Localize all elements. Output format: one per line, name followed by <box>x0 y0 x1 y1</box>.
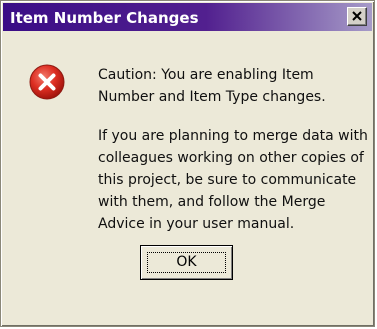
caution-message: Caution: You are enabling Item Number an… <box>98 67 326 105</box>
ok-button-label: OK <box>176 254 197 270</box>
dialog-window: Item Number Changes Caution: You are ena… <box>0 0 375 327</box>
error-icon <box>29 64 65 100</box>
merge-advice-message: If you are planning to merge data with c… <box>98 128 368 232</box>
window-title: Item Number Changes <box>10 9 199 27</box>
close-button[interactable] <box>347 7 367 26</box>
message-text: Caution: You are enabling Item Number an… <box>98 64 370 235</box>
title-bar[interactable]: Item Number Changes <box>3 3 372 31</box>
close-icon <box>352 11 362 21</box>
ok-button[interactable]: OK <box>140 245 233 280</box>
